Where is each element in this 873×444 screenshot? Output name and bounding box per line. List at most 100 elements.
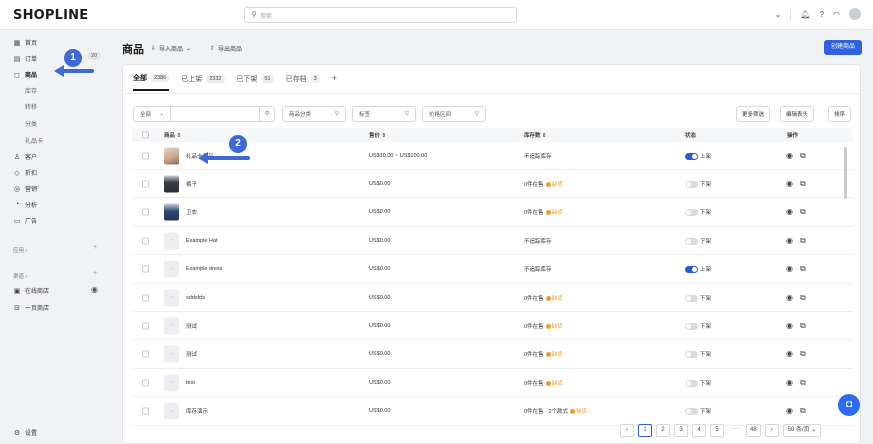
toggle-switch[interactable] [685, 379, 698, 387]
product-name[interactable]: Example Hat [186, 238, 218, 244]
product-thumbnail[interactable]: ▫ [164, 345, 179, 363]
add-app-icon[interactable]: + [93, 244, 97, 251]
chevron-down-icon[interactable]: ⌄ [775, 10, 782, 19]
row-checkbox[interactable] [142, 237, 149, 245]
table-row[interactable]: ▫ sddsfds US$0.00 0件在售 缺货 下架 ◉ ⧉ [132, 284, 853, 312]
more-filters-button[interactable]: 更多筛选 [736, 106, 771, 122]
product-thumbnail[interactable]: ▫ [164, 260, 179, 278]
sidebar-sub-inventory[interactable]: 库存 [25, 86, 37, 95]
copy-icon[interactable]: ⧉ [800, 264, 806, 274]
sidebar-sub-giftcard[interactable]: 礼品卡 [25, 136, 43, 145]
table-row[interactable]: ▫ Example Hat US$0.00 不追踪库存 下架 ◉ ⧉ [132, 227, 853, 256]
tag-filter[interactable]: 标签 ▽ [352, 106, 416, 122]
copy-icon[interactable]: ⧉ [800, 406, 806, 416]
preview-eye-icon[interactable]: ◉ [786, 349, 793, 359]
row-checkbox[interactable] [142, 350, 149, 358]
product-thumbnail[interactable]: ▫ [164, 374, 179, 392]
table-row[interactable]: ▫ Example dress US$0.00 不追踪库存 上架 ◉ ⧉ [132, 256, 853, 284]
row-checkbox[interactable] [142, 379, 149, 387]
status-toggle[interactable]: 上架 [685, 265, 711, 274]
row-checkbox[interactable] [142, 265, 149, 273]
search-input[interactable]: ⚲ 搜索 [244, 7, 517, 23]
sidebar-item-discounts[interactable]: ◇ 折扣 [13, 168, 37, 178]
sidebar-item-home[interactable]: ▦ 首页 [13, 38, 37, 48]
row-checkbox[interactable] [142, 152, 149, 159]
sidebar-sub-transfer[interactable]: 转移 [25, 102, 37, 111]
next-page-button[interactable]: › [764, 424, 779, 437]
table-row[interactable]: ▫ 库存演示 US$0.00 0件在售 · 2个款式 缺货 下架 ◉ ⧉ [132, 398, 853, 426]
status-toggle[interactable]: 下架 [685, 322, 711, 330]
preview-eye-icon[interactable]: ◉ [786, 406, 793, 416]
product-thumbnail[interactable]: ▫ [164, 402, 179, 420]
table-row[interactable]: ▫ 测试 US$0.00 0件在售 缺货 下架 ◉ ⧉ [132, 341, 853, 369]
channels-heading[interactable]: 渠道 › [13, 272, 27, 280]
preview-eye-icon[interactable]: ◉ [786, 207, 793, 217]
status-toggle[interactable]: 上架 [685, 151, 711, 160]
col-product[interactable]: 商品 ⇕ [164, 131, 181, 139]
table-row[interactable]: ▫ 测试 US$0.00 0件在售 缺货 下架 ◉ ⧉ [132, 312, 853, 341]
row-checkbox[interactable] [142, 407, 149, 415]
apps-heading[interactable]: 应用 › [13, 246, 27, 254]
tab-unlisted[interactable]: 已下架 51 [237, 73, 274, 91]
product-name[interactable]: 卫衣 [186, 208, 197, 216]
page-button[interactable]: 3 [674, 424, 688, 437]
page-button[interactable]: 5 [710, 424, 724, 437]
copy-icon[interactable]: ⧉ [800, 179, 806, 189]
product-thumbnail[interactable]: ▫ [164, 232, 179, 250]
page-button[interactable]: 1 [638, 424, 652, 437]
copy-icon[interactable]: ⧉ [800, 378, 806, 388]
copy-icon[interactable]: ⧉ [800, 151, 806, 161]
avatar[interactable] [849, 8, 861, 20]
copy-icon[interactable]: ⧉ [800, 321, 806, 331]
col-price[interactable]: 售价 ⇕ [369, 131, 386, 139]
status-toggle[interactable]: 下架 [685, 293, 711, 302]
copy-icon[interactable]: ⧉ [800, 293, 806, 303]
toggle-switch[interactable] [685, 209, 698, 217]
copy-icon[interactable]: ⧉ [800, 236, 806, 246]
search-icon[interactable]: ⚲ [259, 106, 275, 122]
sort-button[interactable]: 排序 [828, 106, 852, 122]
product-name[interactable]: test [186, 380, 195, 386]
preview-eye-icon[interactable]: ◉ [786, 378, 793, 388]
edit-columns-button[interactable]: 编辑表头 [780, 106, 815, 122]
create-product-button[interactable]: 创建商品 [823, 40, 862, 55]
sidebar-item-online-store[interactable]: ▣ 在线商店 [13, 286, 49, 296]
sidebar-item-orders[interactable]: ▤ 订单 [13, 54, 37, 64]
sidebar-item-one-page-store[interactable]: ⊟ 一页商店 [13, 303, 49, 313]
tab-archived[interactable]: 已存档 3 [286, 73, 320, 91]
copy-icon[interactable]: ⧉ [800, 207, 806, 217]
toggle-switch[interactable] [685, 266, 698, 274]
category-filter[interactable]: 商品分类 ▽ [282, 106, 346, 122]
tab-listed[interactable]: 已上架 2332 [181, 73, 225, 91]
sidebar-item-settings[interactable]: ⚙ 设置 [13, 428, 37, 438]
product-thumbnail[interactable] [164, 147, 179, 164]
sidebar-item-ads[interactable]: ▭ 广告 [13, 216, 37, 226]
product-name[interactable]: Example dress [186, 266, 222, 272]
product-thumbnail[interactable] [164, 203, 179, 221]
product-name[interactable]: 测试 [186, 350, 197, 358]
toggle-switch[interactable] [685, 237, 698, 245]
add-tab-icon[interactable]: + [332, 73, 337, 91]
preview-eye-icon[interactable]: ◉ [786, 264, 793, 274]
tab-all[interactable]: 全部 2386 [133, 73, 170, 91]
scope-select[interactable]: 全部 ⌄ [133, 106, 171, 122]
select-all-checkbox[interactable] [142, 131, 149, 139]
page-button[interactable]: 2 [656, 424, 670, 437]
status-toggle[interactable]: 下架 [685, 180, 711, 188]
product-name[interactable]: 测试 [186, 322, 197, 330]
bell-icon[interactable]: 🔔︎ [800, 10, 810, 19]
prev-page-button[interactable]: ‹ [620, 424, 634, 437]
page-button[interactable]: 48 [746, 424, 761, 437]
toggle-switch[interactable] [685, 408, 698, 416]
price-filter[interactable]: 价格区间 ▽ [422, 106, 486, 122]
filter-search-input[interactable] [170, 106, 260, 122]
table-scrollbar[interactable] [844, 147, 847, 199]
status-toggle[interactable]: 下架 [685, 208, 711, 217]
sidebar-item-analytics[interactable]: ◔ 分析 [13, 200, 37, 209]
import-products-button[interactable]: ⇩ 导入商品 ⌄ [151, 44, 191, 53]
toggle-switch[interactable] [685, 351, 698, 359]
status-toggle[interactable]: 下架 [685, 407, 711, 416]
product-thumbnail[interactable]: ▫ [164, 289, 179, 306]
help-icon[interactable]: ? [820, 10, 824, 19]
col-stock[interactable]: 库存数 ⇕ [524, 131, 547, 139]
